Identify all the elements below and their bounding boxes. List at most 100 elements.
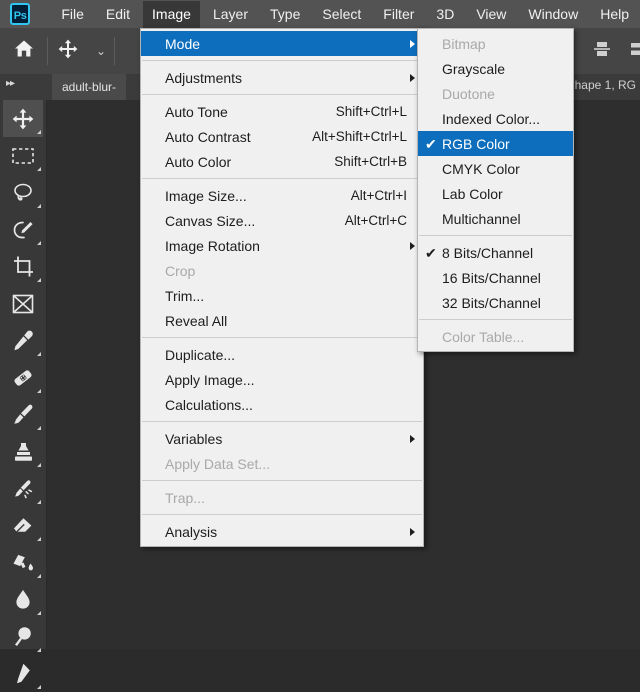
menubar-item-3d[interactable]: 3D [427,1,463,28]
tool-dodge-tool[interactable] [3,618,43,655]
menu-item-label: Apply Image... [165,372,255,388]
flyout-triangle-icon [37,574,41,578]
menu-item-auto-contrast[interactable]: Auto ContrastAlt+Shift+Ctrl+L [141,124,423,149]
menu-item-image-rotation[interactable]: Image Rotation [141,233,423,258]
menu-item-label: Auto Color [165,154,231,170]
tool-eraser-tool[interactable] [3,507,43,544]
menu-item-indexed-color[interactable]: Indexed Color... [418,106,573,131]
flyout-triangle-icon [37,685,41,689]
menu-item-label: 32 Bits/Channel [442,295,541,311]
menubar-item-layer[interactable]: Layer [204,1,257,28]
menu-item-label: Adjustments [165,70,242,86]
tools-panel [0,100,47,649]
menu-item-label: Apply Data Set... [165,456,270,472]
options-bar-divider-2 [114,37,115,65]
submenu-arrow-icon [410,40,415,48]
tool-eyedropper-tool[interactable] [3,322,43,359]
menubar-item-select[interactable]: Select [313,1,370,28]
tool-crop-tool[interactable] [3,248,43,285]
rectangular-marquee-tool-icon [11,146,35,166]
menu-item-label: Analysis [165,524,217,540]
menu-item-mode[interactable]: Mode [141,31,423,56]
frame-tool-icon [11,293,35,315]
tool-blur-tool[interactable] [3,581,43,618]
tool-gradient-tool[interactable] [3,544,43,581]
menu-item-shortcut: Alt+Ctrl+C [345,213,413,228]
menu-item-label: Trim... [165,288,204,304]
tool-rectangular-marquee-tool[interactable] [3,137,43,174]
menu-item-trim[interactable]: Trim... [141,283,423,308]
flyout-triangle-icon [37,463,41,467]
tool-frame-tool[interactable] [3,285,43,322]
tool-move-tool[interactable] [3,100,43,137]
menu-item-label: Indexed Color... [442,111,540,127]
flyout-triangle-icon [37,278,41,282]
submenu-arrow-icon [410,435,415,443]
menu-item-auto-tone[interactable]: Auto ToneShift+Ctrl+L [141,99,423,124]
flyout-triangle-icon [37,352,41,356]
menu-item-adjustments[interactable]: Adjustments [141,65,423,90]
collapse-panels-icon[interactable]: ▸▸ [6,78,14,89]
dodge-tool-icon [12,625,35,648]
tool-lasso-tool[interactable] [3,174,43,211]
menu-item-apply-image[interactable]: Apply Image... [141,367,423,392]
menu-item-label: 8 Bits/Channel [442,245,533,261]
align-vertical-centers-icon [593,40,611,63]
menu-item-32-bits-channel[interactable]: 32 Bits/Channel [418,290,573,315]
tool-spot-healing-brush-tool[interactable] [3,359,43,396]
menubar-item-type[interactable]: Type [261,1,309,28]
menu-item-analysis[interactable]: Analysis [141,519,423,544]
flyout-triangle-icon [37,611,41,615]
menubar-item-help[interactable]: Help [591,1,638,28]
menu-item-label: Duotone [442,86,495,102]
tool-preset-chevron-down-icon[interactable]: ⌄ [88,28,114,74]
crop-tool-icon [12,255,35,278]
align-vertical-centers-button[interactable] [585,28,619,74]
menu-item-8-bits-channel[interactable]: ✔8 Bits/Channel [418,240,573,265]
menubar-item-window[interactable]: Window [519,1,587,28]
tool-clone-stamp-tool[interactable] [3,433,43,470]
menu-item-shortcut: Shift+Ctrl+L [336,104,413,119]
move-tool-icon [58,39,78,64]
tool-pen-tool[interactable] [3,655,43,692]
menubar-item-filter[interactable]: Filter [374,1,423,28]
tool-brush-tool[interactable] [3,396,43,433]
tool-history-brush-tool[interactable] [3,470,43,507]
menu-item-cmyk-color[interactable]: CMYK Color [418,156,573,181]
current-tool-button[interactable] [48,28,88,74]
object-selection-tool-icon [11,219,35,241]
menu-item-canvas-size[interactable]: Canvas Size...Alt+Ctrl+C [141,208,423,233]
align-horizontal-centers-icon [630,40,640,63]
move-tool-icon [12,108,34,130]
document-tab[interactable]: adult-blur- [52,74,126,100]
home-button[interactable] [0,28,47,74]
menu-item-rgb-color[interactable]: ✔RGB Color [418,131,573,156]
lasso-tool-icon [12,182,34,204]
menu-item-label: Image Size... [165,188,247,204]
menu-item-auto-color[interactable]: Auto ColorShift+Ctrl+B [141,149,423,174]
menubar-item-edit[interactable]: Edit [97,1,139,28]
menu-item-image-size[interactable]: Image Size...Alt+Ctrl+I [141,183,423,208]
menubar-item-view[interactable]: View [467,1,515,28]
tool-object-selection-tool[interactable] [3,211,43,248]
menu-separator [419,235,572,236]
menu-item-calculations[interactable]: Calculations... [141,392,423,417]
menubar-item-image[interactable]: Image [143,1,200,28]
menu-item-reveal-all[interactable]: Reveal All [141,308,423,333]
menu-item-label: CMYK Color [442,161,520,177]
menu-item-multichannel[interactable]: Multichannel [418,206,573,231]
menu-item-label: Reveal All [165,313,227,329]
menu-item-16-bits-channel[interactable]: 16 Bits/Channel [418,265,573,290]
eraser-tool-icon [11,515,35,537]
menu-separator [142,514,422,515]
pen-tool-icon [12,662,35,685]
menu-item-lab-color[interactable]: Lab Color [418,181,573,206]
blur-tool-icon [13,588,33,611]
menu-item-variables[interactable]: Variables [141,426,423,451]
menu-item-grayscale[interactable]: Grayscale [418,56,573,81]
menu-separator [142,421,422,422]
menu-item-duplicate[interactable]: Duplicate... [141,342,423,367]
menubar-item-file[interactable]: File [52,1,93,28]
align-horizontal-centers-button[interactable] [622,28,640,74]
menu-item-duotone: Duotone [418,81,573,106]
